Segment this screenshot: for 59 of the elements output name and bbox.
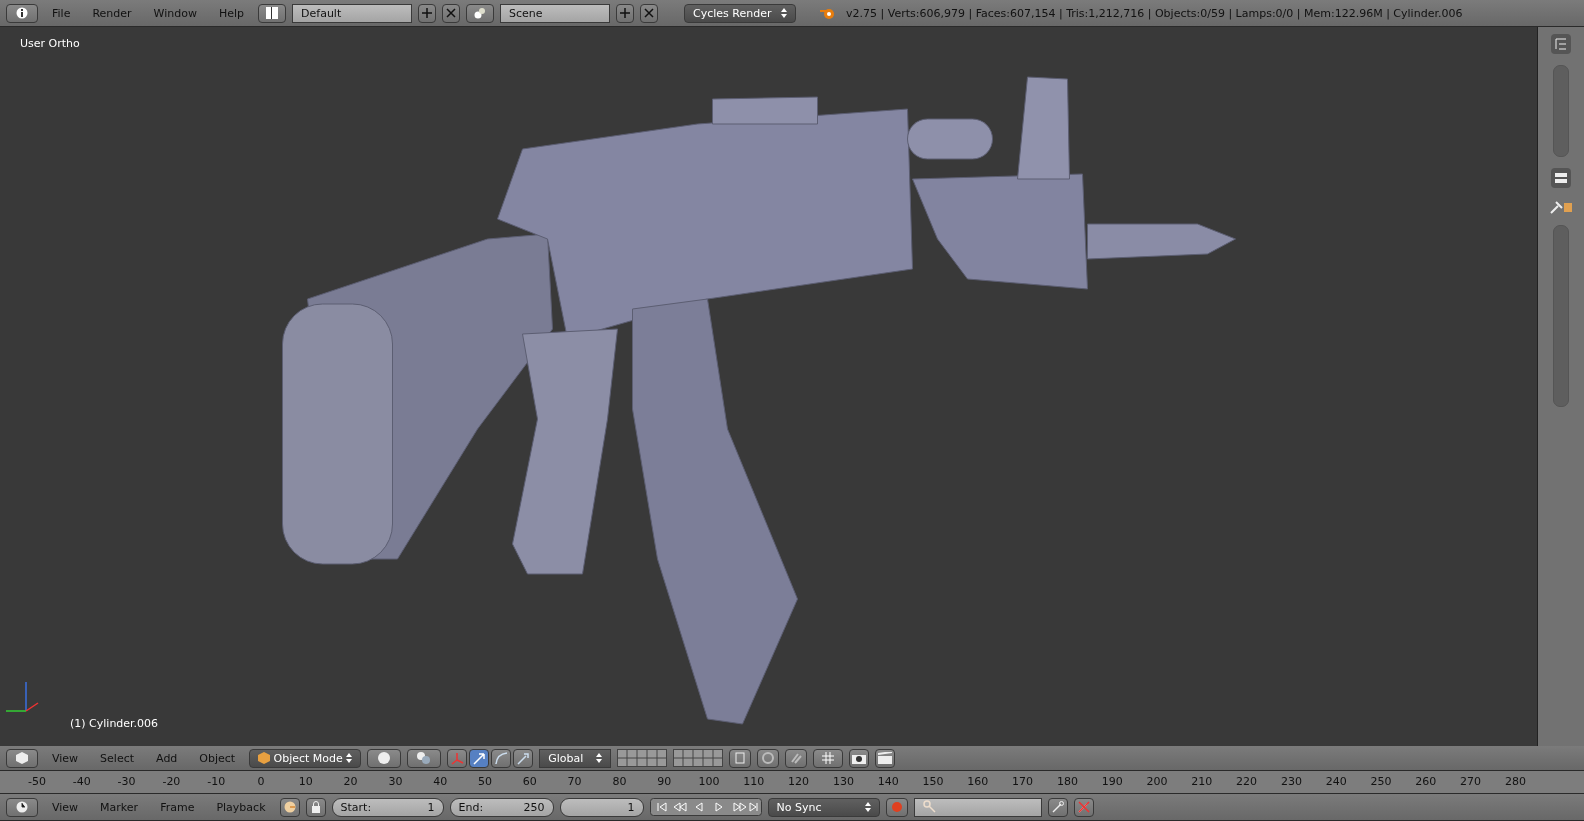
frame-number: -50 xyxy=(27,775,47,788)
menu-item[interactable]: Add xyxy=(148,751,186,765)
frame-number: 140 xyxy=(876,775,900,788)
frame-number: 100 xyxy=(697,775,721,788)
menu-item[interactable]: View xyxy=(44,751,87,765)
menu-item[interactable]: Select xyxy=(92,751,143,765)
menu-item[interactable]: Frame xyxy=(152,800,203,814)
view-label: User Ortho xyxy=(20,37,80,50)
frame-number: 250 xyxy=(1369,775,1393,788)
frame-number: 220 xyxy=(1235,775,1259,788)
frame-number: 240 xyxy=(1324,775,1348,788)
scene-field[interactable]: Scene xyxy=(500,3,611,23)
frame-number: 130 xyxy=(831,775,855,788)
frame-number: 160 xyxy=(966,775,990,788)
frame-number: 0 xyxy=(256,775,266,788)
frame-number: 200 xyxy=(1145,775,1169,788)
frame-number: 80 xyxy=(611,775,628,788)
menu-item[interactable]: Window xyxy=(145,6,205,20)
frame-number: 20 xyxy=(342,775,359,788)
frame-number: 170 xyxy=(1011,775,1035,788)
frame-number: 280 xyxy=(1503,775,1527,788)
frame-number: 90 xyxy=(656,775,673,788)
frame-number: 60 xyxy=(521,775,538,788)
menu-item[interactable]: Playback xyxy=(208,800,274,814)
frame-number: 70 xyxy=(566,775,583,788)
current-frame-field[interactable]: 1 xyxy=(559,797,644,817)
frame-number: -10 xyxy=(206,775,227,788)
frame-number: 190 xyxy=(1100,775,1124,788)
menu-item[interactable]: Render xyxy=(84,6,140,20)
orientation-dropdown[interactable]: Global xyxy=(539,748,612,768)
sync-dropdown[interactable]: No Sync xyxy=(767,797,880,817)
scene-statistics: v2.75 | Verts:606,979 | Faces:607,154 | Tris:1,212,716 | Objects:0/59 | Lamps:0/0 | Mem:122.96M | Cylinder.006 xyxy=(846,6,1463,20)
menu-item[interactable]: Object xyxy=(191,751,244,765)
start-frame-field[interactable]: Start: 1 xyxy=(331,797,444,817)
frame-number: -30 xyxy=(116,775,137,788)
frame-number: 210 xyxy=(1190,775,1214,788)
frame-number: -40 xyxy=(71,775,92,788)
frame-number: 230 xyxy=(1279,775,1303,788)
menu-item[interactable]: View xyxy=(44,800,87,814)
timeline-ruler[interactable]: -50 -40 -30 -20 -10 0 10 20 30 40 50 60 70 80 90 100 110 120 130 140 150 160 170 180 190 200 210 220 230 240 250 260 270 280 xyxy=(0,771,1584,794)
frame-number: 260 xyxy=(1414,775,1438,788)
active-object-label: (1) Cylinder.006 xyxy=(70,717,159,730)
menu-item[interactable]: Help xyxy=(210,6,253,20)
frame-number: 30 xyxy=(387,775,404,788)
frame-number: 180 xyxy=(1055,775,1079,788)
menu-item[interactable]: Marker xyxy=(92,800,147,814)
frame-number: 150 xyxy=(921,775,945,788)
frame-number: 270 xyxy=(1459,775,1483,788)
frame-number: -20 xyxy=(161,775,182,788)
frame-number: 110 xyxy=(742,775,766,788)
frame-number: 120 xyxy=(787,775,811,788)
screen-layout-field[interactable]: Default xyxy=(292,3,413,23)
render-engine-dropdown[interactable]: Cycles Render xyxy=(684,3,797,23)
frame-number: 40 xyxy=(432,775,449,788)
mode-dropdown[interactable]: Object Mode xyxy=(249,748,362,768)
frame-number: 50 xyxy=(477,775,493,788)
end-frame-field[interactable]: End: 250 xyxy=(449,797,554,817)
frame-number: 10 xyxy=(297,775,314,788)
menu-item[interactable]: File xyxy=(44,6,79,20)
